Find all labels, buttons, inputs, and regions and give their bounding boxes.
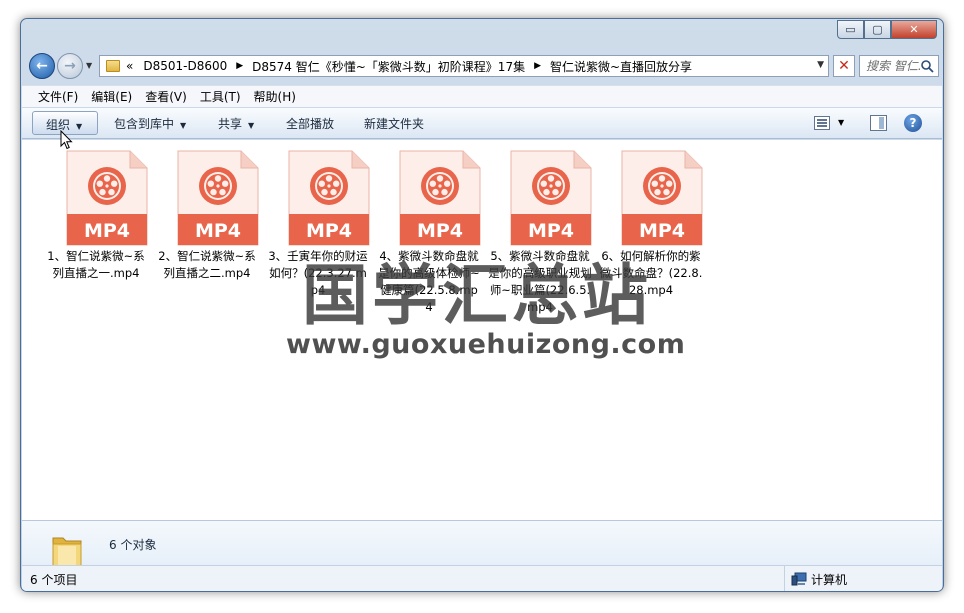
preview-pane-icon[interactable] (870, 115, 887, 131)
menu-help[interactable]: 帮助(H) (254, 88, 296, 105)
mp4-file-icon: MP4 (621, 150, 703, 246)
menu-view[interactable]: 查看(V) (145, 88, 187, 105)
file-type-badge: MP4 (528, 220, 574, 242)
search-icon[interactable] (920, 59, 934, 73)
minimize-icon: ▭ (845, 23, 856, 36)
status-bar: 6 个项目 计算机 (22, 565, 942, 591)
search-box[interactable] (859, 55, 939, 77)
view-options-dropdown-icon[interactable]: ▼ (838, 118, 844, 127)
include-library-label: 包含到库中 (114, 117, 175, 131)
maximize-button[interactable]: ▢ (864, 20, 891, 39)
file-type-badge: MP4 (306, 220, 352, 242)
mp4-file-icon: MP4 (66, 150, 148, 246)
back-button[interactable]: ← (29, 53, 55, 79)
caption-buttons: ▭ ▢ ✕ (837, 20, 937, 39)
file-type-badge: MP4 (417, 220, 463, 242)
menu-edit[interactable]: 编辑(E) (91, 88, 132, 105)
change-view-icon[interactable] (814, 116, 830, 130)
menu-tools[interactable]: 工具(T) (200, 88, 241, 105)
mp4-file-icon: MP4 (177, 150, 259, 246)
watermark-url: www.guoxuehuizong.com (286, 329, 686, 360)
location-label: 计算机 (811, 572, 848, 587)
details-summary: 6 个对象 (109, 538, 157, 552)
help-icon[interactable]: ? (904, 114, 922, 132)
play-all-button[interactable]: 全部播放 (286, 115, 334, 132)
folder-icon (106, 60, 120, 72)
recent-pages-dropdown[interactable]: ▼ (86, 61, 92, 70)
status-location: 计算机 (784, 566, 848, 591)
menu-file[interactable]: 文件(F) (38, 88, 78, 105)
file-name-label: 1、智仁说紫微~系列直播之一.mp4 (47, 249, 145, 280)
clear-address-button[interactable]: ✕ (833, 55, 855, 77)
chevron-down-icon: ▼ (76, 122, 83, 131)
address-overflow-button[interactable]: « (126, 59, 133, 73)
breadcrumb-separator-icon[interactable]: ▶ (236, 61, 243, 71)
file-type-badge: MP4 (84, 220, 130, 242)
include-in-library-button[interactable]: 包含到库中 ▼ (114, 115, 186, 132)
mp4-file-icon: MP4 (288, 150, 370, 246)
close-button[interactable]: ✕ (891, 20, 937, 39)
address-dropdown-icon[interactable]: ▼ (817, 60, 824, 70)
breadcrumb-separator-icon[interactable]: ▶ (534, 61, 541, 71)
new-folder-button[interactable]: 新建文件夹 (364, 115, 424, 132)
minimize-button[interactable]: ▭ (837, 20, 864, 39)
mouse-cursor-icon (60, 130, 73, 150)
mp4-file-icon: MP4 (399, 150, 481, 246)
file-item[interactable]: MP4 1、智仁说紫微~系列直播之一.mp4 (44, 146, 148, 306)
breadcrumb-item[interactable]: D8501-D8600 (143, 59, 227, 73)
computer-icon (791, 572, 807, 586)
back-arrow-icon: ← (36, 58, 48, 74)
breadcrumb-item[interactable]: 智仁说紫微~直播回放分享 (550, 58, 692, 75)
menu-bar: 文件(F) 编辑(E) 查看(V) 工具(T) 帮助(H) (22, 85, 942, 107)
breadcrumb-item[interactable]: D8574 智仁《秒懂~「紫微斗数」初阶课程》17集 (252, 58, 525, 75)
maximize-icon: ▢ (872, 23, 883, 36)
mp4-file-icon: MP4 (510, 150, 592, 246)
search-input[interactable] (866, 59, 920, 73)
share-button[interactable]: 共享 ▼ (218, 115, 254, 132)
forward-button[interactable]: → (57, 53, 83, 79)
address-bar[interactable]: « D8501-D8600 ▶ D8574 智仁《秒懂~「紫微斗数」初阶课程》1… (99, 55, 829, 77)
share-label: 共享 (218, 117, 243, 131)
file-type-badge: MP4 (195, 220, 241, 242)
file-type-badge: MP4 (639, 220, 685, 242)
close-icon: ✕ (909, 23, 919, 36)
forward-arrow-icon: → (64, 58, 76, 74)
file-item[interactable]: MP4 2、智仁说紫微~系列直播之二.mp4 (155, 146, 259, 306)
watermark-text: 国学汇总站 (302, 257, 652, 334)
close-x-icon: ✕ (838, 58, 850, 74)
chevron-down-icon: ▼ (248, 121, 255, 130)
file-name-label: 2、智仁说紫微~系列直播之二.mp4 (158, 249, 256, 280)
item-count: 6 个项目 (30, 573, 78, 587)
chevron-down-icon: ▼ (180, 121, 187, 130)
command-bar: 组织 ▼ 包含到库中 ▼ 共享 ▼ 全部播放 新建文件夹 ▼ ? (22, 107, 942, 139)
navigation-bar: ← → ▼ « D8501-D8600 ▶ D8574 智仁《秒懂~「紫微斗数」… (27, 51, 939, 81)
